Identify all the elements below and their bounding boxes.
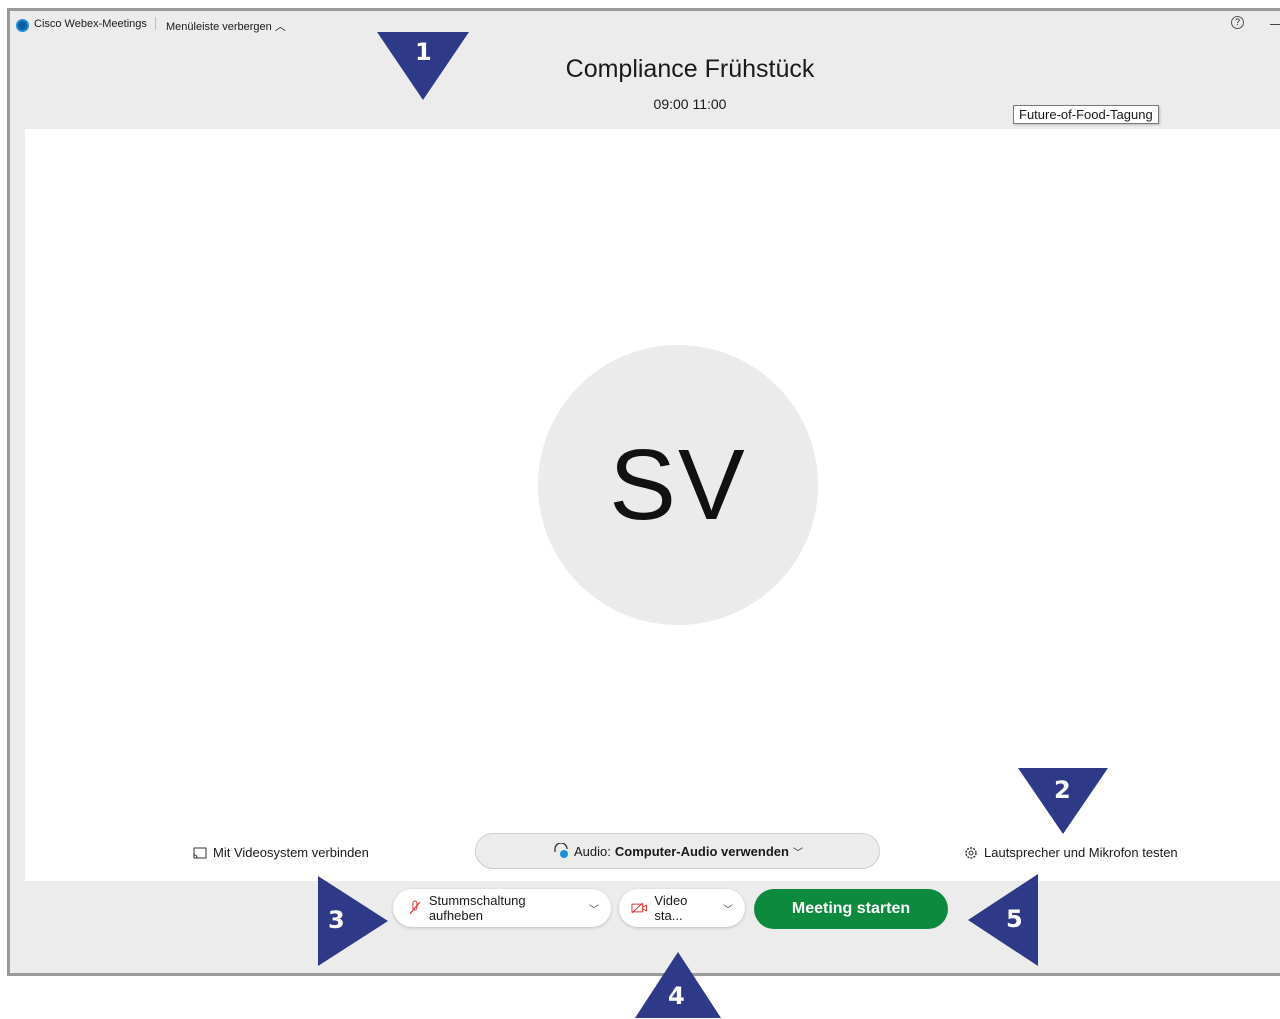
headset-icon <box>554 843 569 858</box>
unmute-label: Stummschaltung aufheben <box>428 893 526 923</box>
help-icon[interactable]: ? <box>1231 16 1244 29</box>
callout-marker-5: 5 <box>968 874 1038 966</box>
start-meeting-button[interactable]: Meeting starten <box>754 889 948 929</box>
callout-marker-4: 4 <box>635 952 721 1018</box>
callout-marker-2: 2 <box>1018 768 1108 834</box>
connect-video-system-button[interactable]: Mit Videosystem verbinden <box>193 845 369 860</box>
chevron-down-icon[interactable]: ﹀ <box>589 901 599 916</box>
gear-icon <box>965 846 977 859</box>
avatar-initials: SV <box>609 428 747 541</box>
menu-bar: Cisco Webex-Meetings Menüleiste verberge… <box>10 11 1280 39</box>
tooltip: Future-of-Food-Tagung <box>1013 105 1159 124</box>
hide-menu-label: Menüleiste verbergen <box>166 21 272 33</box>
webex-logo-icon <box>16 19 29 32</box>
muted-mic-icon <box>409 900 421 915</box>
chevron-down-icon[interactable]: ﹀ <box>723 901 733 916</box>
menu-divider <box>155 17 156 30</box>
test-audio-button[interactable]: Lautsprecher und Mikrofon testen <box>964 845 1178 860</box>
avatar: SV <box>538 345 818 625</box>
marker-label: 5 <box>1006 905 1023 933</box>
test-audio-label: Lautsprecher und Mikrofon testen <box>984 845 1178 860</box>
minimize-icon[interactable] <box>1270 24 1280 25</box>
audio-value: Computer-Audio verwenden <box>614 843 789 859</box>
app-name: Cisco Webex-Meetings <box>34 18 147 30</box>
video-label: Video sta... <box>654 893 688 923</box>
audio-select[interactable]: Audio: Computer-Audio verwenden ﹀ <box>475 833 880 869</box>
marker-label: 3 <box>328 906 345 934</box>
audio-prefix: Audio: <box>574 843 611 859</box>
video-off-icon <box>631 902 647 914</box>
callout-marker-3: 3 <box>318 876 388 966</box>
chevron-down-icon: ﹀ <box>792 847 803 859</box>
cast-icon <box>193 847 207 858</box>
callout-marker-1: 1 <box>377 32 469 100</box>
marker-label: 1 <box>415 38 432 66</box>
meeting-title: Compliance Frühstück <box>565 55 815 83</box>
connect-video-label: Mit Videosystem verbinden <box>213 845 369 860</box>
marker-label: 4 <box>668 982 685 1010</box>
unmute-button[interactable]: Stummschaltung aufheben ﹀ <box>393 889 611 927</box>
start-video-button[interactable]: Video sta... ﹀ <box>619 889 745 927</box>
marker-label: 2 <box>1054 776 1071 804</box>
chevron-up-icon: ︿ <box>274 21 286 33</box>
hide-menu-button[interactable]: Menüleiste verbergen ︿ <box>166 18 286 34</box>
